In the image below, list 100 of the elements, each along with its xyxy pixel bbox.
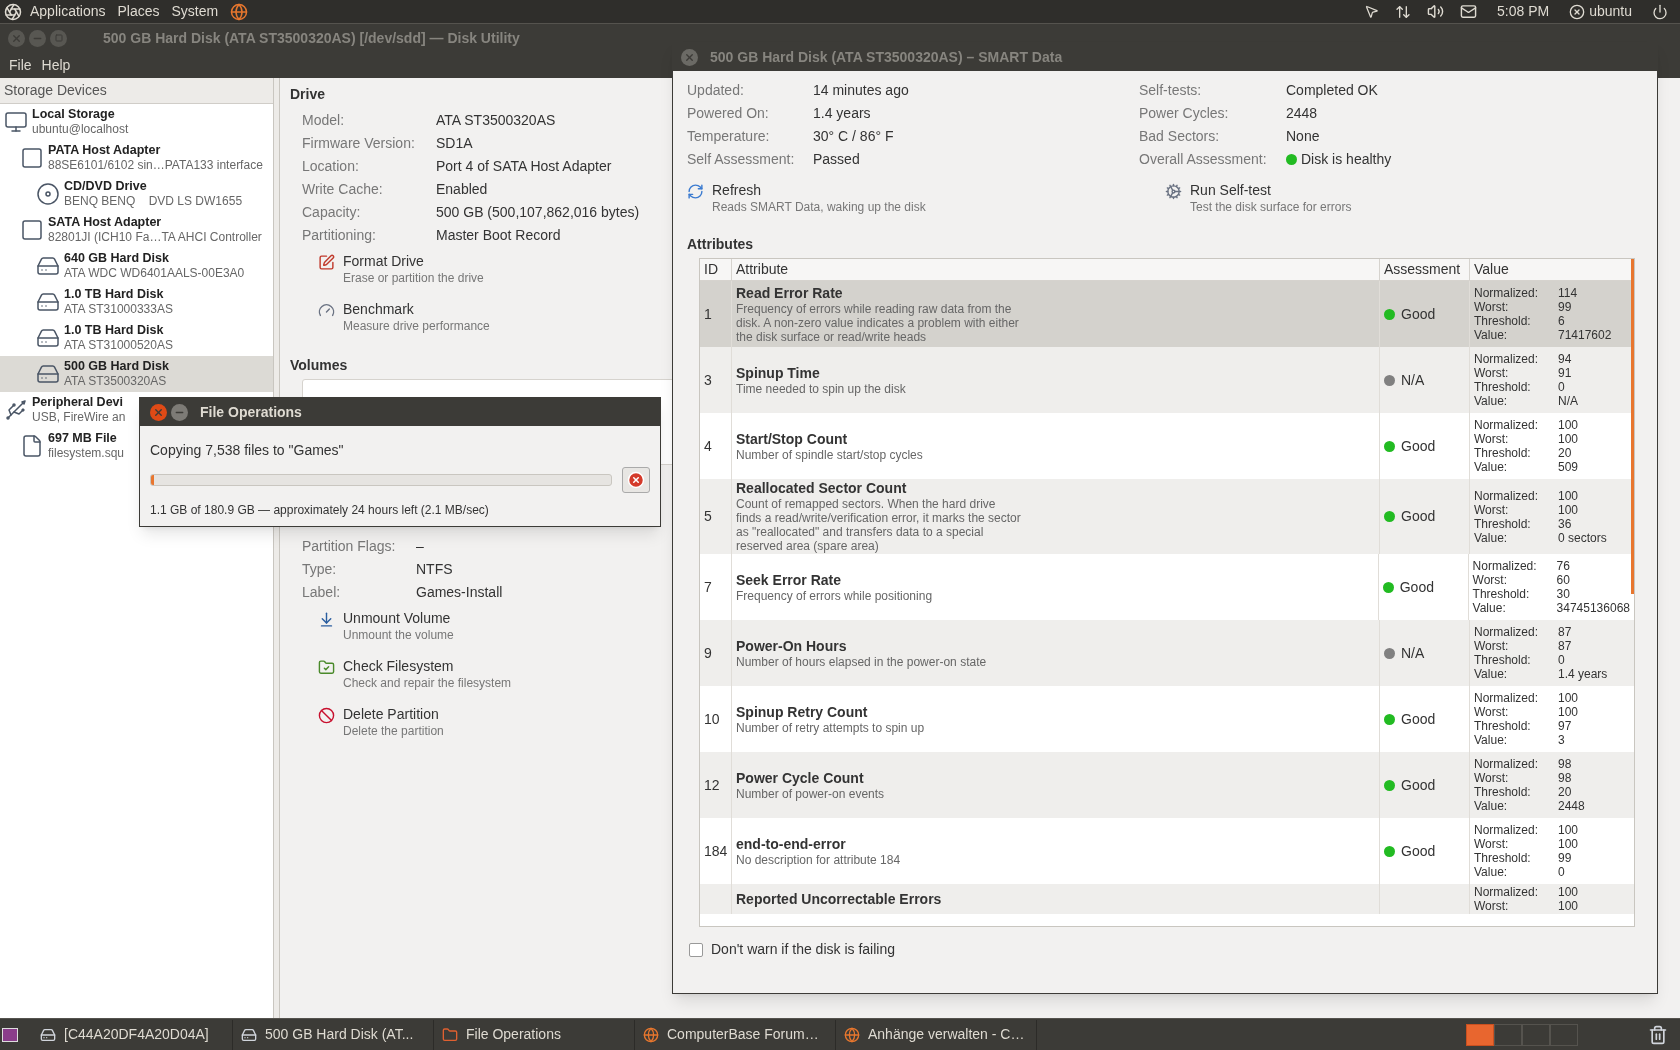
field-label: Bad Sectors: bbox=[1139, 127, 1221, 146]
section-heading: Drive bbox=[290, 85, 326, 104]
section-heading: Attributes bbox=[687, 235, 754, 254]
device-detail: ATA WDC WD6401AALS-00E3A0 bbox=[64, 266, 245, 281]
value-label: Worst: bbox=[1474, 300, 1510, 314]
field-label: Temperature: bbox=[687, 127, 771, 146]
attribute-description: Frequency of errors while reading raw data from the disk. A non-zero value indicates a problem with either the disk surface or read/write heads bbox=[736, 301, 1020, 344]
value-label: Threshold: bbox=[1474, 653, 1532, 667]
field-value: Master Boot Record bbox=[436, 226, 561, 245]
value-number: 100 bbox=[1558, 705, 1579, 719]
field-value: Passed bbox=[813, 150, 860, 169]
device-detail: ATA ST31000333AS bbox=[64, 302, 173, 317]
value-number: 0 sectors bbox=[1558, 530, 1607, 545]
value-label: Worst: bbox=[1474, 771, 1510, 785]
value-label: Threshold: bbox=[1474, 516, 1532, 531]
value-label: Threshold: bbox=[1472, 587, 1531, 601]
value-label: Value: bbox=[1474, 394, 1509, 408]
device-detail: filesystem.squ bbox=[48, 446, 125, 461]
field-value: SD1A bbox=[436, 134, 473, 153]
value-number: 98 bbox=[1558, 771, 1572, 785]
field-value: 14 minutes ago bbox=[813, 81, 909, 100]
value-number: 97 bbox=[1558, 719, 1572, 733]
attribute-id: 5 bbox=[704, 507, 712, 526]
value-label: Worst: bbox=[1474, 366, 1510, 380]
field-value: 30° C / 86° F bbox=[813, 127, 894, 146]
value-number: 94 bbox=[1558, 352, 1572, 366]
value-label: Normalized: bbox=[1474, 488, 1540, 503]
assessment-value: N/A bbox=[1401, 643, 1425, 663]
value-label: Value: bbox=[1474, 733, 1509, 747]
field-value: ATA ST3500320AS bbox=[436, 111, 556, 130]
sidebar-header: Storage Devices bbox=[0, 78, 273, 104]
assessment-value: Good bbox=[1401, 436, 1436, 456]
value-number: 100 bbox=[1558, 418, 1579, 432]
value-number: 91 bbox=[1558, 366, 1572, 380]
assessment-value: Good bbox=[1401, 775, 1436, 795]
value-number: 71417602 bbox=[1558, 328, 1612, 342]
value-number: 36 bbox=[1558, 516, 1572, 531]
field-label: Power Cycles: bbox=[1139, 104, 1230, 123]
attribute-description: Number of spindle start/stop cycles bbox=[736, 447, 924, 462]
attribute-description: Time needed to spin up the disk bbox=[736, 381, 907, 396]
value-label: Normalized: bbox=[1474, 418, 1540, 432]
device-name: 500 GB Hard Disk bbox=[64, 359, 169, 374]
attribute-description: Number of power-on events bbox=[736, 786, 886, 801]
value-label: Value: bbox=[1472, 601, 1507, 615]
assessment-value: N/A bbox=[1401, 370, 1425, 390]
value-number: 0 bbox=[1558, 653, 1565, 667]
value-label: Threshold: bbox=[1474, 314, 1532, 328]
field-label: Firmware Version: bbox=[302, 134, 416, 153]
field-label: Capacity: bbox=[302, 203, 362, 222]
value-label: Value: bbox=[1474, 799, 1509, 813]
value-label: Value: bbox=[1474, 530, 1509, 545]
value-label: Normalized: bbox=[1472, 559, 1538, 573]
value-label: Worst: bbox=[1472, 573, 1509, 587]
attribute-name: Seek Error Rate bbox=[735, 571, 841, 589]
value-label: Worst: bbox=[1474, 502, 1510, 517]
attribute-description: Number of hours elapsed in the power-on state bbox=[736, 654, 988, 669]
value-label: Value: bbox=[1474, 865, 1509, 879]
value-number: 34745136068 bbox=[1556, 601, 1630, 615]
field-value: 1.4 years bbox=[813, 104, 871, 123]
value-number: 20 bbox=[1558, 446, 1572, 460]
value-label: Threshold: bbox=[1474, 785, 1532, 799]
attribute-description: Number of retry attempts to spin up bbox=[736, 720, 926, 735]
action-title: Benchmark bbox=[343, 301, 415, 318]
value-number: 100 bbox=[1558, 432, 1579, 446]
device-name: 697 MB File bbox=[48, 431, 118, 446]
value-number: 0 bbox=[1558, 380, 1565, 394]
value-number: 0 bbox=[1558, 865, 1565, 879]
value-label: Threshold: bbox=[1474, 446, 1532, 460]
action-detail: Reads SMART Data, waking up the disk bbox=[712, 199, 926, 216]
attribute-id: 184 bbox=[704, 841, 728, 861]
attribute-id: 1 bbox=[704, 304, 712, 324]
field-label: Model: bbox=[302, 111, 346, 130]
value-label: Worst: bbox=[1474, 705, 1510, 719]
attribute-name: Start/Stop Count bbox=[736, 430, 848, 448]
window-title: 500 GB Hard Disk (ATA ST3500320AS) [/dev/sdd] — Disk Utility bbox=[103, 28, 520, 48]
value-label: Value: bbox=[1474, 460, 1509, 474]
attribute-id: 3 bbox=[704, 370, 712, 390]
value-label: Threshold: bbox=[1474, 851, 1532, 865]
value-label: Normalized: bbox=[1474, 691, 1540, 705]
value-number: N/A bbox=[1558, 394, 1578, 408]
value-label: Value: bbox=[1474, 667, 1509, 681]
device-detail: 82801JI (ICH10 Fa…TA AHCI Controller bbox=[48, 230, 262, 245]
checkbox-label: Don't warn if the disk is failing bbox=[711, 940, 895, 959]
attribute-id: 9 bbox=[704, 643, 712, 663]
value-number: 98 bbox=[1558, 757, 1572, 771]
value-label: Worst: bbox=[1474, 899, 1510, 913]
action-detail: Test the disk surface for errors bbox=[1190, 199, 1352, 216]
value-number: 100 bbox=[1558, 823, 1579, 837]
value-label: Normalized: bbox=[1474, 286, 1540, 300]
value-number: 100 bbox=[1558, 691, 1579, 705]
value-label: Normalized: bbox=[1474, 352, 1540, 366]
field-label: Write Cache: bbox=[302, 180, 384, 199]
device-detail: ubuntu@localhost bbox=[32, 122, 129, 137]
device-detail: ATA ST3500320AS bbox=[64, 374, 168, 389]
assessment-value: Good bbox=[1399, 577, 1434, 597]
attribute-description: Frequency of errors while positioning bbox=[735, 588, 934, 603]
value-number: 1.4 years bbox=[1558, 667, 1608, 681]
field-value: Port 4 of SATA Host Adapter bbox=[436, 157, 612, 176]
value-number: 100 bbox=[1558, 885, 1579, 899]
value-number: 509 bbox=[1558, 460, 1579, 474]
